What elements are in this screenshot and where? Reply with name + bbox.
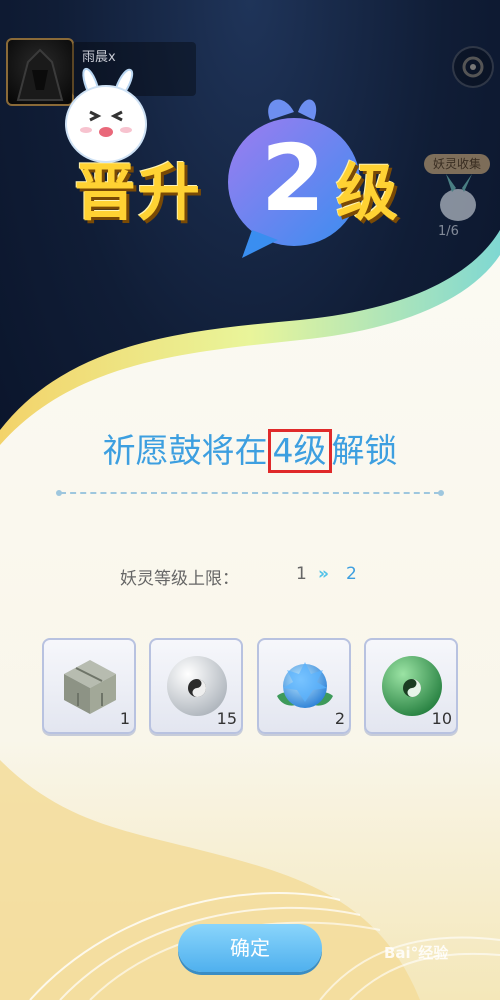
unlock-level-highlight: 4级 bbox=[267, 429, 332, 473]
blue-lotus-gem-icon bbox=[277, 662, 333, 708]
title-level-number: 2 bbox=[260, 125, 325, 232]
collection-count: 1/6 bbox=[438, 224, 459, 239]
double-chevron-right-icon: » bbox=[318, 564, 329, 584]
reward-count: 10 bbox=[431, 709, 452, 728]
confirm-button[interactable]: 确定 bbox=[178, 924, 322, 972]
level-cap-label: 妖灵等级上限： bbox=[120, 569, 239, 589]
divider-dot-right bbox=[438, 490, 444, 496]
divider-dot-left bbox=[56, 490, 62, 496]
unlock-text-before: 祈愿鼓将在 bbox=[102, 431, 268, 470]
reward-item[interactable]: 10 bbox=[364, 638, 458, 734]
unlock-message: 祈愿鼓将在 4级 解锁 bbox=[0, 424, 500, 473]
stone-cube-icon bbox=[64, 660, 116, 714]
title-suffix: 级 bbox=[336, 156, 401, 229]
record-icon[interactable] bbox=[452, 46, 494, 88]
watermark: Bai°经验 bbox=[384, 944, 449, 962]
level-cap-row: 妖灵等级上限： 1 » 2 bbox=[0, 564, 500, 589]
dashed-divider bbox=[56, 490, 444, 496]
rabbit-mascot-icon bbox=[65, 67, 147, 163]
level-cap-to: 2 bbox=[346, 564, 357, 584]
reward-item[interactable]: 1 bbox=[42, 638, 136, 734]
unlock-text-after: 解锁 bbox=[331, 431, 398, 470]
reward-item[interactable]: 15 bbox=[149, 638, 243, 734]
reward-count: 15 bbox=[216, 709, 237, 728]
reward-count: 2 bbox=[334, 709, 345, 728]
reward-count: 1 bbox=[119, 709, 130, 728]
level-cap-from: 1 bbox=[296, 564, 307, 584]
reward-item[interactable]: 2 bbox=[257, 638, 351, 734]
